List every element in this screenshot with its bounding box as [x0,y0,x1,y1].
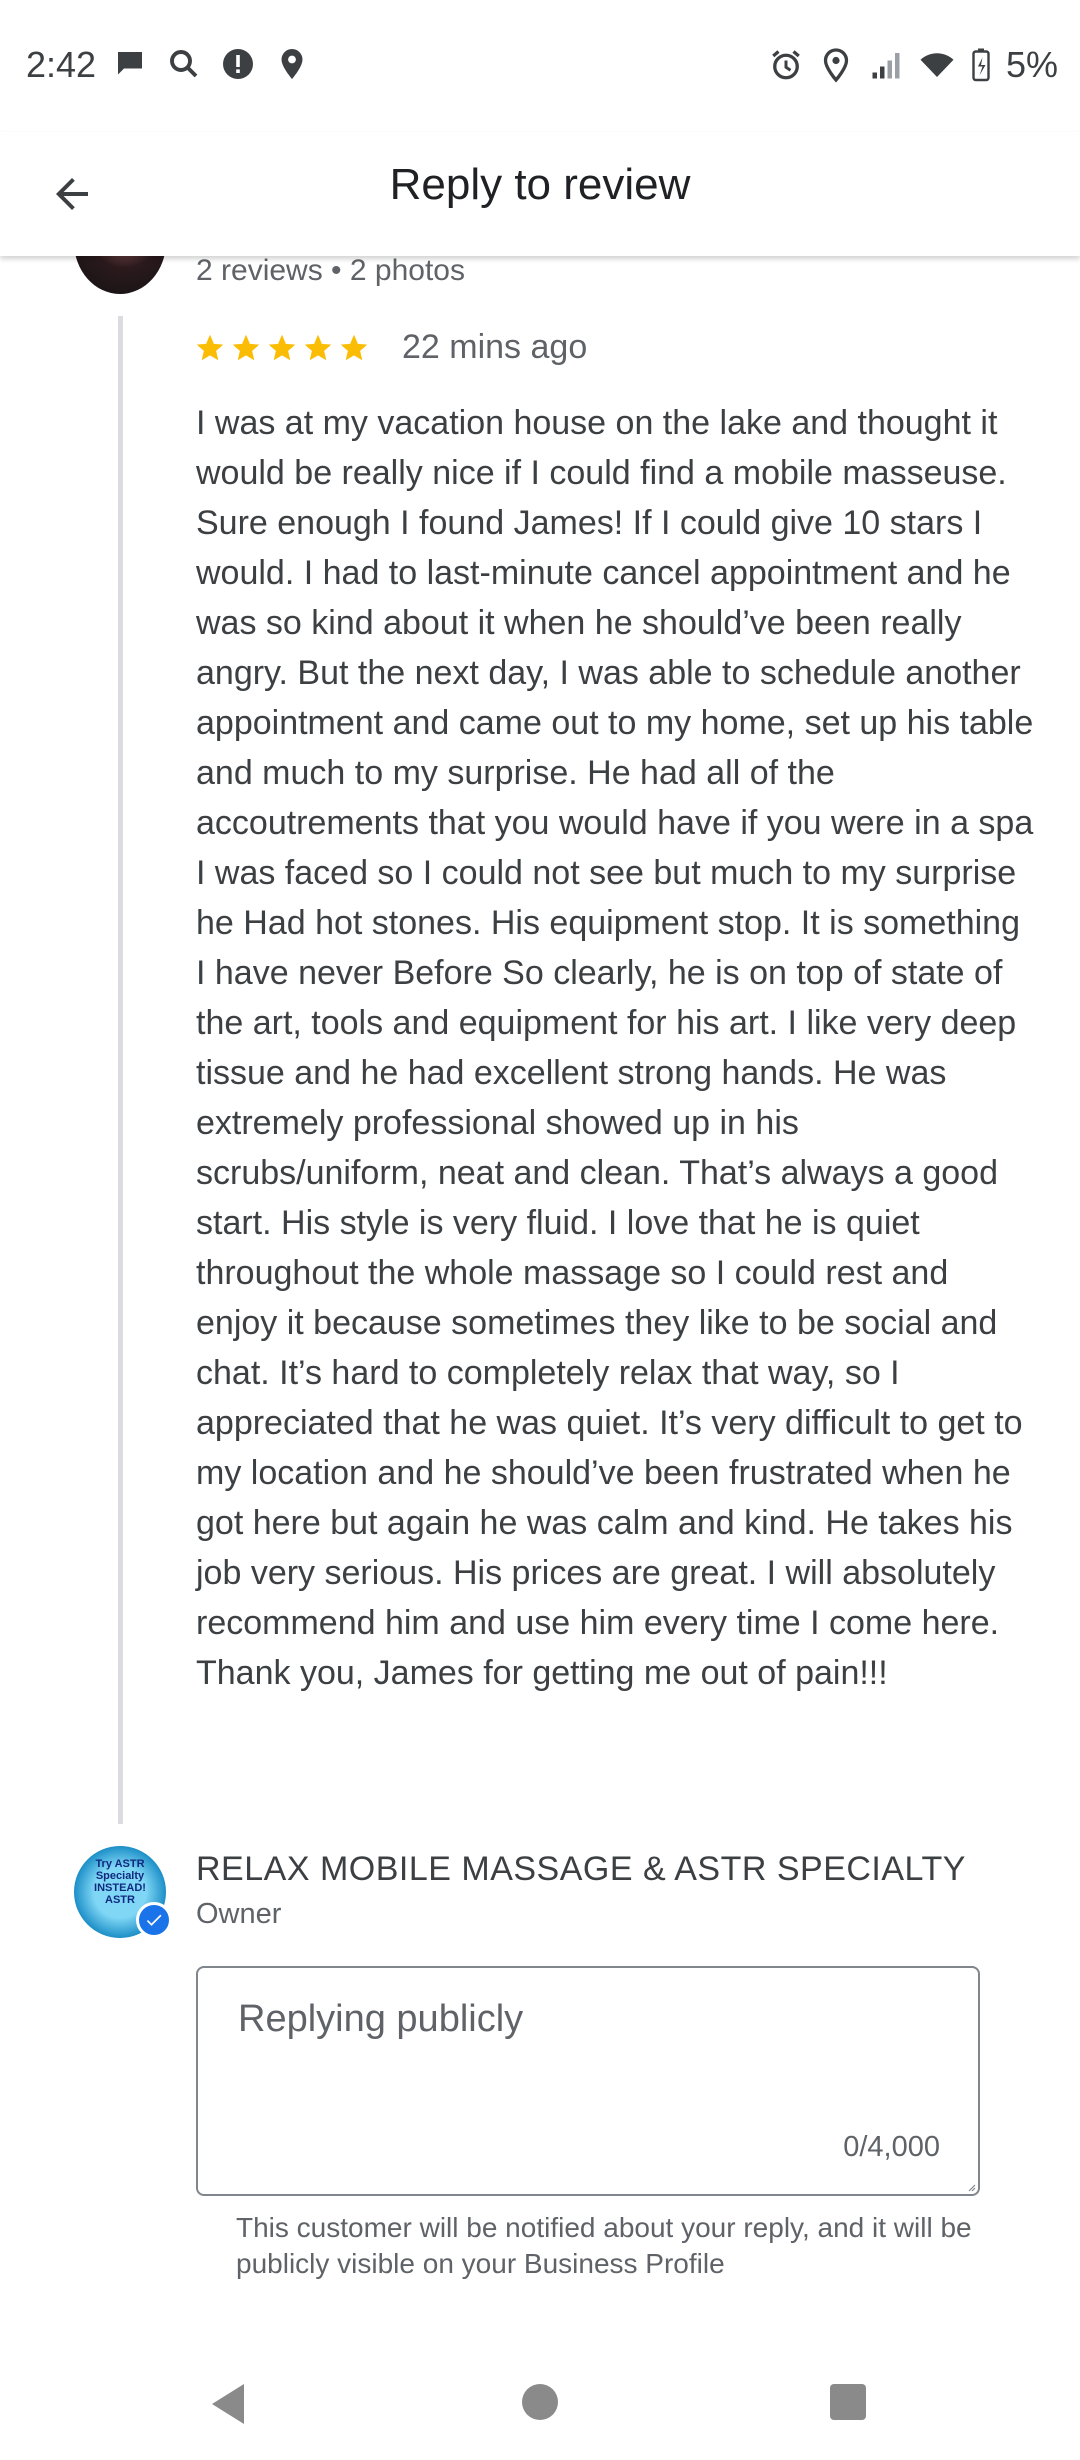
owner-name: RELAX MOBILE MASSAGE & ASTR SPECIALTY [196,1850,966,1888]
location-pin-icon [281,49,303,79]
chat-bubble-icon [118,52,142,75]
reviewer-meta: 2 reviews • 2 photos [196,254,465,287]
alert-icon [223,49,253,79]
status-bar: 2:42 5% [0,0,1080,132]
star-icon [268,334,296,360]
star-icon [196,334,224,360]
star-icon [340,334,368,360]
reply-input[interactable] [236,1996,940,2120]
search-icon [170,50,198,78]
owner-role: Owner [196,1898,282,1930]
page-title: Reply to review [389,160,691,209]
status-time: 2:42 [26,44,97,85]
review-time: 22 mins ago [402,328,588,366]
reply-field[interactable]: 0/4,000 [196,1966,980,2196]
status-notification-icons [112,46,310,82]
thread-divider [118,316,123,1824]
star-icon [232,334,260,360]
rating-row: 22 mins ago [194,328,587,367]
app-bar: Reply to review [0,132,1080,256]
location-pin-icon [823,48,849,83]
star-icon [304,334,332,360]
status-system-icons: 5% [768,44,1058,86]
reply-helper-text: This customer will be notified about you… [236,2212,972,2279]
nav-home-icon[interactable] [522,2384,558,2420]
nav-recents-icon[interactable] [830,2384,866,2420]
star-rating [194,332,370,364]
review-text: I was at my vacation house on the lake a… [196,404,1034,1692]
wifi-icon [920,53,954,77]
signal-icon [872,53,900,79]
owner-avatar[interactable]: Try ASTR Specialty INSTEAD! ASTR [74,1846,172,1938]
nav-back-icon[interactable] [208,2382,248,2426]
character-counter: 0/4,000 [843,2131,940,2163]
verified-icon [136,1902,172,1938]
battery-percentage: 5% [1005,44,1058,85]
resize-handle-icon[interactable] [966,2182,976,2192]
owner-avatar-logo-text: Try ASTR Specialty INSTEAD! ASTR [94,1858,146,1906]
system-nav-bar [0,2340,1080,2460]
battery-icon [972,48,990,82]
alarm-icon [772,50,800,80]
